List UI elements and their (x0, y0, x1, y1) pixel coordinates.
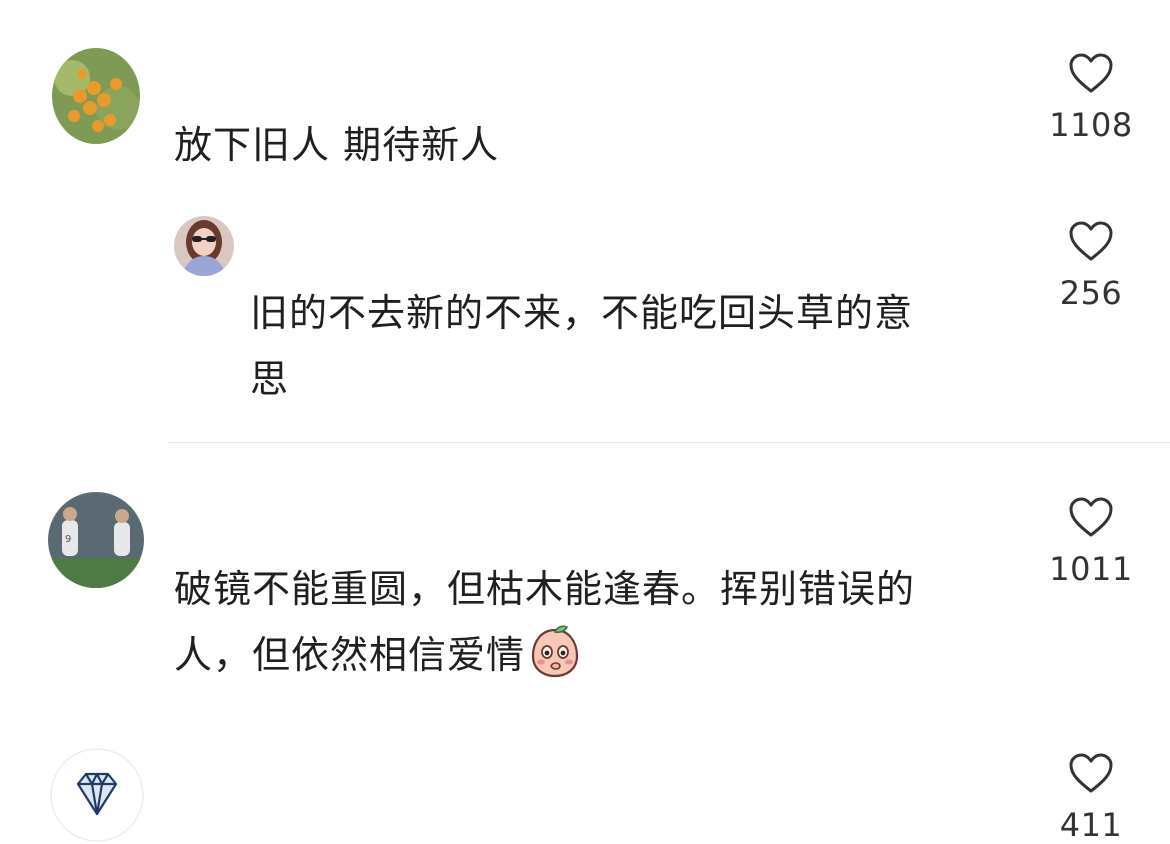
like-button[interactable]: 256 (1036, 220, 1146, 312)
like-button[interactable]: 1011 (1036, 496, 1146, 588)
heart-outline-icon (1069, 497, 1113, 537)
like-count: 1108 (1049, 106, 1133, 144)
peach-blush-emoji (531, 625, 579, 678)
heart-outline-icon (1069, 221, 1113, 261)
heart-outline-icon (1069, 753, 1113, 793)
woman-sunglasses-avatar[interactable] (174, 216, 234, 276)
like-count: 1011 (1049, 550, 1133, 588)
like-count: 411 (1059, 806, 1123, 844)
soccer-players-avatar[interactable]: 9 (48, 492, 144, 588)
svg-text:9: 9 (65, 534, 71, 545)
like-button[interactable]: 1108 (1036, 52, 1146, 144)
heart-outline-icon (1069, 53, 1113, 93)
divider (168, 442, 1170, 443)
comment-text: 放下旧人 期待新人 (174, 123, 500, 167)
comment-text: 破镜不能重圆，但枯木能逢春。挥别错误的 人，但依然相信爱情 (174, 556, 915, 688)
like-count: 256 (1059, 274, 1123, 312)
reply-text: 旧的不去新的不来，不能吃回头草的意 思 (250, 291, 914, 401)
like-button[interactable]: 411 (1036, 752, 1146, 844)
orange-tree-avatar[interactable] (52, 48, 140, 144)
